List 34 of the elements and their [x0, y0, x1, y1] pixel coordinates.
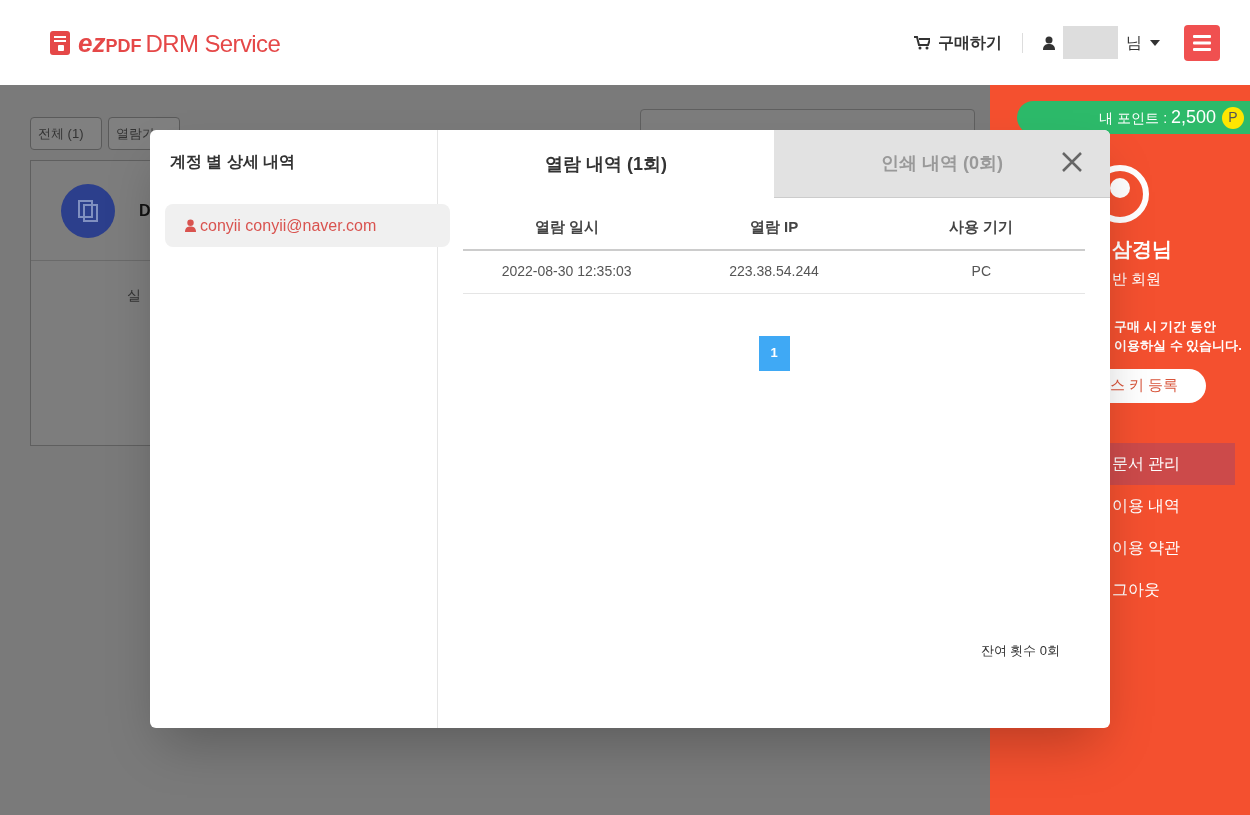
- document-status: 실: [127, 287, 141, 303]
- user-grade: 반 회원: [1111, 269, 1163, 289]
- history-tab[interactable]: 인쇄 내역 (0회): [774, 130, 1110, 198]
- column-header: 열람 IP: [670, 205, 878, 250]
- user-icon: [1043, 35, 1055, 50]
- user-name: 삼경님: [1111, 237, 1173, 262]
- cart-icon: [914, 35, 930, 50]
- user-icon: [185, 219, 196, 232]
- logo-ez: ez: [78, 29, 106, 56]
- modal-title: 계정 별 상세 내역: [169, 152, 297, 172]
- document-icon: [61, 183, 115, 238]
- column-header: 열람 일시: [463, 205, 671, 250]
- notice-text: 구매 시 기간 동안 이용하실 수 있습니다.: [1113, 317, 1243, 355]
- table-cell: PC: [877, 250, 1085, 293]
- buy-link[interactable]: 구매하기: [914, 30, 1002, 55]
- points-badge: P: [1222, 106, 1244, 129]
- page-button[interactable]: 1: [758, 335, 790, 371]
- points-pill: 내 포인트 : 2,500 P: [1017, 101, 1250, 134]
- logo-icon: [50, 30, 70, 55]
- table-cell: 2022-08-30 12:35:03: [463, 250, 671, 293]
- account-item[interactable]: conyii conyii@naver.com: [165, 204, 450, 247]
- column-header: 사용 기기: [877, 205, 1085, 250]
- table-cell: 223.38.54.244: [670, 250, 878, 293]
- menu-button[interactable]: [1184, 24, 1220, 61]
- logo-service: DRM Service: [145, 31, 281, 56]
- user-menu[interactable]: 님: [1043, 26, 1160, 59]
- close-icon: [1062, 152, 1082, 172]
- logo-pdf: PDF: [105, 36, 142, 55]
- menu-icon: [1193, 34, 1211, 51]
- close-button[interactable]: [1060, 150, 1084, 174]
- remaining-count: 잔여 횟수 0회: [980, 641, 1060, 660]
- filter-button[interactable]: 전체 (1): [30, 117, 102, 150]
- caret-icon: [1150, 39, 1160, 46]
- document-title: D: [139, 200, 151, 221]
